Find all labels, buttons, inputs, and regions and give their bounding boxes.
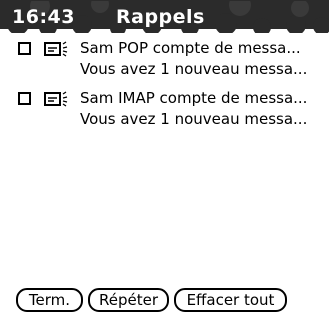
alarm-message: Vous avez 1 nouveau messa... (80, 60, 308, 78)
title-bar: 16:43 Rappels (0, 0, 329, 33)
alarm-list: Sam POP compte de messa... Vous avez 1 n… (0, 38, 329, 138)
alarm-item[interactable]: Sam POP compte de messa... Vous avez 1 n… (0, 38, 329, 88)
dismiss-checkbox[interactable] (18, 42, 31, 55)
dismiss-checkbox[interactable] (18, 92, 31, 105)
mail-alert-icon (44, 90, 70, 108)
clock: 16:43 (12, 6, 75, 28)
alarm-item[interactable]: Sam IMAP compte de messa... Vous avez 1 … (0, 88, 329, 138)
done-button[interactable]: Term. (16, 288, 83, 312)
mail-alert-icon (44, 40, 70, 58)
app-title: Rappels (116, 6, 205, 28)
snooze-button[interactable]: Répéter (88, 288, 169, 312)
alarm-title: Sam IMAP compte de messa... (80, 89, 308, 107)
reminders-screen: 16:43 Rappels Sam POP compte de messa...… (0, 0, 329, 329)
alarm-message: Vous avez 1 nouveau messa... (80, 110, 308, 128)
clear-all-button[interactable]: Effacer tout (174, 288, 287, 312)
alarm-title: Sam POP compte de messa... (80, 39, 301, 57)
